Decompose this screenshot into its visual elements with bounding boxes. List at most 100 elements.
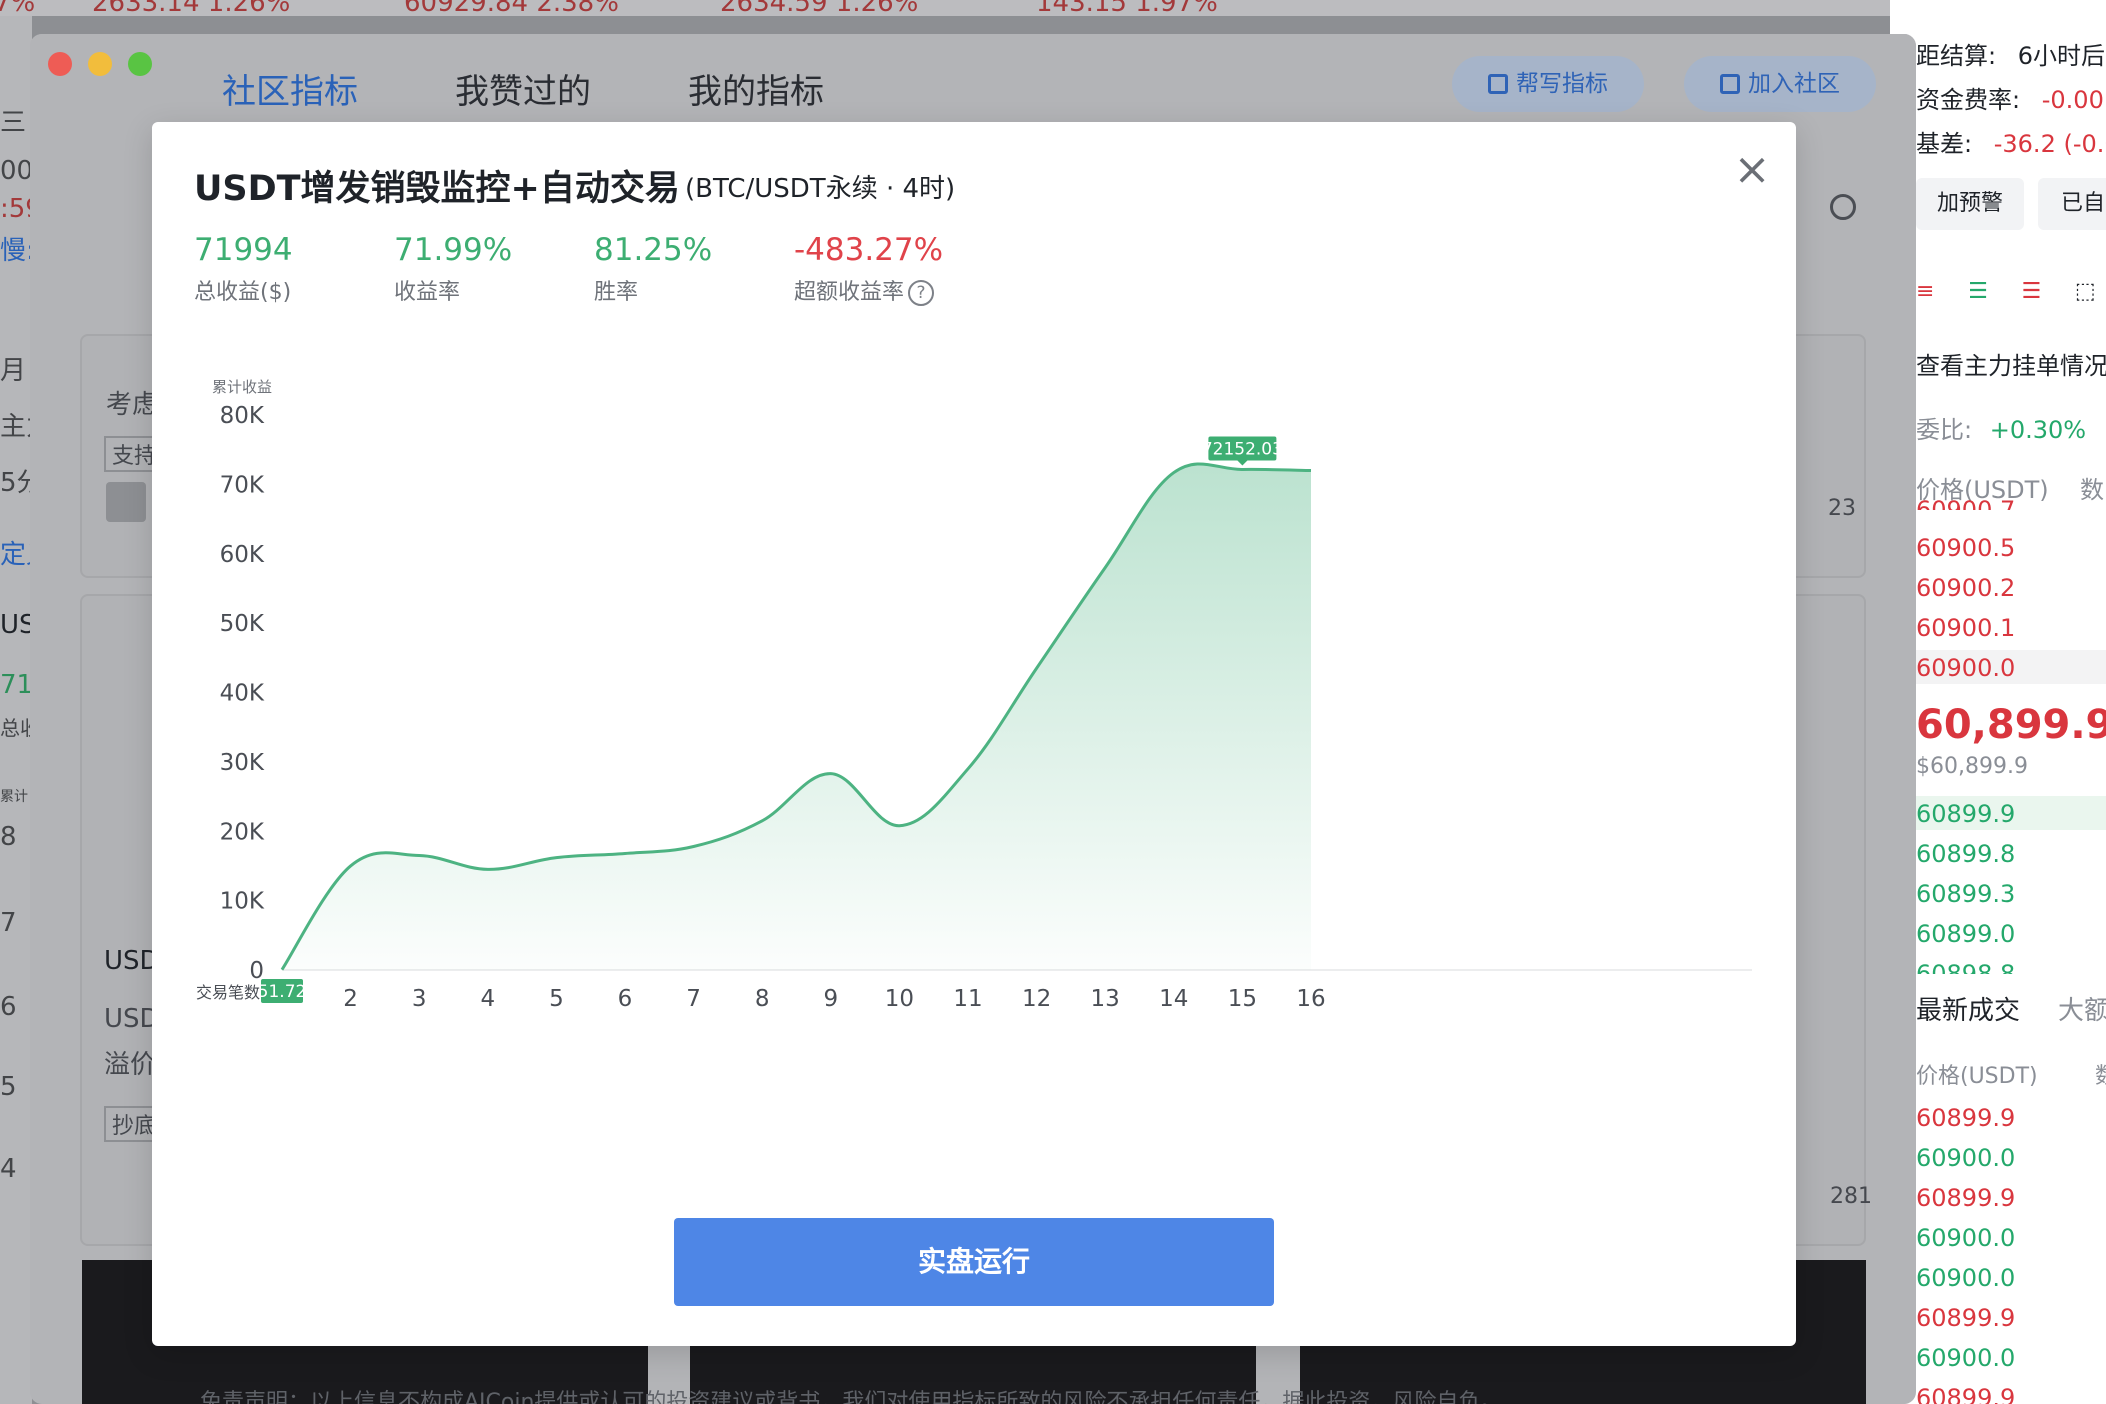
- y-tick-label: 20K: [220, 819, 265, 845]
- area-fill: [282, 463, 1311, 970]
- layout-asks-icon[interactable]: ☰: [2021, 279, 2041, 304]
- settlement-label: 距结算:: [1916, 42, 1997, 70]
- modal-subtitle: (BTC/USDT永续 · 4时): [685, 174, 956, 204]
- last-price: 60,899.9: [1916, 702, 2106, 748]
- metric-return-rate: 71.99% 收益率: [394, 232, 512, 306]
- data-point: [760, 819, 764, 823]
- join-community-label: 加入社区: [1748, 71, 1840, 97]
- data-point: [280, 968, 284, 972]
- main-orders-link[interactable]: 查看主力挂单情况: [1916, 346, 2106, 381]
- modal-title: USDT增发销毁监控+自动交易: [194, 169, 680, 209]
- data-point: [1309, 469, 1313, 473]
- card-count: 23: [1828, 496, 1856, 521]
- x-tick-label: 13: [1091, 986, 1120, 1012]
- left-fragment: 累计: [0, 789, 28, 805]
- x-tick-label: 6: [618, 986, 633, 1012]
- order-book-panel: 距结算: 6小时后 资金费率: -0.001 基差: -36.2 (-0.0 加…: [1890, 0, 2106, 1404]
- y-tick-label: 50K: [220, 611, 265, 637]
- trade-row: 60899.9: [1916, 1304, 2016, 1332]
- ticker-item: 7%: [0, 0, 36, 16]
- layout-both-icon[interactable]: ≡: [1916, 279, 1934, 304]
- market-ticker: 7% 2633.14 1.26% 60929.84 2.38% 2634.59 …: [0, 0, 1890, 16]
- funding-value: -0.001: [2041, 86, 2106, 114]
- left-background-panel: 三 00 :59 慢: 月 1 主力 5分 定义 US 71 总收 累计 8 7…: [0, 16, 32, 1404]
- x-tick-label: 9: [823, 986, 838, 1012]
- ask-price: 60900.1: [1916, 614, 2016, 642]
- join-community-button[interactable]: 加入社区: [1684, 56, 1876, 112]
- trade-row: 60899.9: [1916, 1184, 2016, 1212]
- metric-value: 81.25%: [594, 232, 713, 268]
- data-point: [829, 772, 833, 776]
- qty-header: 数: [2080, 476, 2104, 504]
- trade-row: 60899.9: [1916, 1384, 2016, 1404]
- left-fragment: 主力: [0, 412, 32, 442]
- ask-price: 60900.2: [1916, 574, 2016, 602]
- metric-value: 71.99%: [394, 232, 513, 268]
- left-fragment: :59: [0, 194, 32, 224]
- left-fragment: 6: [0, 992, 17, 1022]
- last-price-usd: $60,899.9: [1916, 754, 2028, 779]
- ratio-row: 委比: +0.30%: [1916, 410, 2086, 445]
- left-fragment: 三: [0, 108, 27, 138]
- trades-qty-header: 数: [2095, 1058, 2106, 1090]
- metric-label: 总收益($): [194, 280, 292, 305]
- metric-total-profit: 71994 总收益($): [194, 232, 293, 306]
- card-count: 281: [1830, 1184, 1872, 1209]
- y-tick-label: 40K: [220, 681, 265, 707]
- cumulative-profit-chart: 累计收益010K20K30K40K50K60K70K80K交易笔数 2 3 4 5 6 7 8…: [196, 378, 1752, 1012]
- window-zoom-button[interactable]: [128, 52, 152, 76]
- x-tick-label: 5: [549, 986, 564, 1012]
- left-fragment: 定义: [0, 540, 32, 570]
- backtest-modal: USDT增发销毁监控+自动交易 (BTC/USDT永续 · 4时) × 7199…: [152, 122, 1796, 1346]
- x-tick-label: 11: [953, 986, 982, 1012]
- metric-label: 超额收益率: [794, 280, 905, 305]
- basis-value: -36.2 (-0.0: [1993, 130, 2106, 158]
- x-tick-label: 8: [755, 986, 770, 1012]
- y-tick-label: 80K: [220, 403, 265, 429]
- add-alert-button[interactable]: 加预警: [1916, 178, 2024, 230]
- annotation-label: 72152.03: [1202, 439, 1283, 459]
- ticker-item: 2633.14 1.26%: [92, 0, 291, 16]
- ticker-item: 143.15 1.97%: [1036, 0, 1218, 16]
- data-point: [692, 845, 696, 849]
- search-icon[interactable]: [1830, 194, 1856, 220]
- y-tick-label: 30K: [220, 750, 265, 776]
- annotation-pointer: [1237, 460, 1248, 466]
- x-tick-label: 14: [1159, 986, 1188, 1012]
- data-point: [417, 854, 421, 858]
- data-point: [1240, 467, 1244, 471]
- data-point: [486, 867, 490, 871]
- added-watchlist-button[interactable]: 已自: [2038, 178, 2106, 230]
- basis-row: 基差: -36.2 (-0.0: [1916, 124, 2106, 159]
- ratio-value: +0.30%: [1989, 416, 2087, 444]
- left-fragment: 7: [0, 908, 17, 938]
- tab-liked-indicators[interactable]: 我赞过的: [455, 64, 591, 113]
- x-tick-label: 12: [1022, 986, 1051, 1012]
- help-write-button[interactable]: 帮写指标: [1452, 56, 1644, 112]
- tab-my-indicators[interactable]: 我的指标: [688, 64, 824, 113]
- precision-icon[interactable]: ⬚: [2075, 279, 2096, 304]
- tab-latest-trades[interactable]: 最新成交: [1916, 990, 2020, 1027]
- data-point: [554, 856, 558, 860]
- x-tick-label: 4: [480, 986, 495, 1012]
- settlement-value: 6小时后: [2017, 42, 2106, 70]
- tab-community-indicators[interactable]: 社区指标: [222, 64, 358, 113]
- y-axis-title: 累计收益: [212, 378, 272, 396]
- tab-large-trades[interactable]: 大额: [2058, 990, 2106, 1027]
- window-titlebar: 社区指标 我赞过的 我的指标 帮写指标 加入社区: [30, 34, 1916, 124]
- data-point: [623, 851, 627, 855]
- window-minimize-button[interactable]: [88, 52, 112, 76]
- data-point: [897, 824, 901, 828]
- trade-row: 60900.0: [1916, 1264, 2016, 1292]
- annotation-label: 51.72: [258, 982, 307, 1002]
- close-icon[interactable]: ×: [1732, 148, 1772, 192]
- data-point: [966, 767, 970, 771]
- left-fragment: US: [0, 610, 32, 640]
- help-icon[interactable]: ?: [908, 280, 935, 306]
- bid-price: 60899.8: [1916, 840, 2016, 868]
- layout-bids-icon[interactable]: ☰: [1968, 279, 1988, 304]
- ticker-item: 60929.84 2.38%: [404, 0, 619, 16]
- live-run-button[interactable]: 实盘运行: [674, 1218, 1274, 1306]
- window-close-button[interactable]: [48, 52, 72, 76]
- card-text: 考虑: [106, 390, 159, 420]
